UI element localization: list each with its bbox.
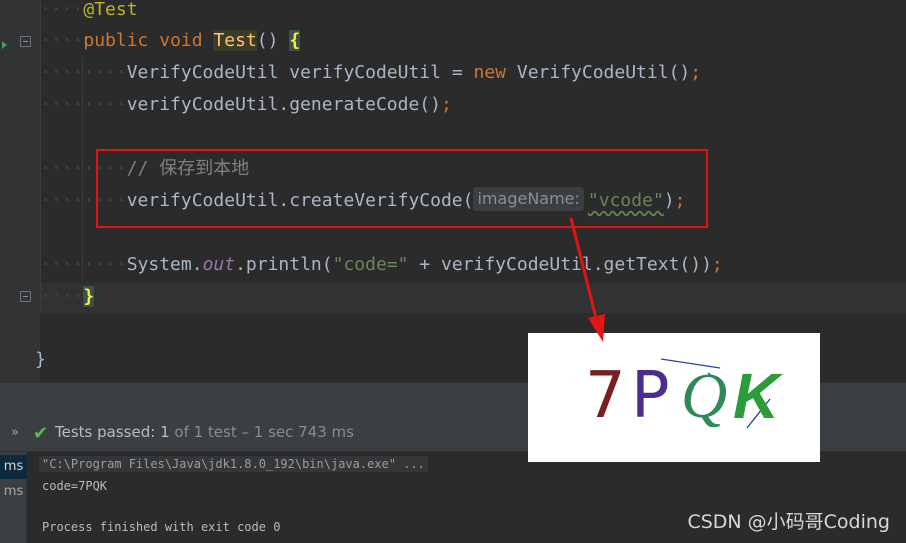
generate-call: verifyCodeUtil.generateCode() (126, 94, 441, 115)
constructor-token: VerifyCodeUtil() (506, 62, 691, 83)
brace-close-class: } (35, 349, 46, 370)
brace-close-method: } (83, 286, 95, 307)
method-parens: () (256, 30, 290, 51)
test-tree[interactable]: ms ms (0, 452, 27, 543)
code-line-method-close[interactable]: ····} (40, 282, 95, 312)
code-line-generate[interactable]: ········verifyCodeUtil.generateCode(); (40, 90, 452, 120)
test-status: Tests passed: 1 of 1 test – 1 sec 743 ms (55, 423, 354, 441)
semicolon: ; (711, 254, 723, 275)
code-line-println[interactable]: ········System.out.println("code=" + ver… (40, 250, 723, 280)
type-token: VerifyCodeUtil (126, 62, 279, 83)
out-field: out (202, 254, 236, 275)
variable-token: verifyCodeUtil = (278, 62, 474, 83)
expand-icon[interactable]: » (11, 425, 19, 440)
check-icon: ✔ (33, 423, 49, 444)
test-tree-item[interactable]: ms (0, 455, 27, 479)
method-name: Test (213, 30, 257, 51)
get-text-call: + verifyCodeUtil.getText()) (408, 254, 712, 275)
brace-open: { (289, 30, 301, 51)
fold-close-icon[interactable] (20, 291, 31, 302)
semicolon: ; (690, 62, 702, 83)
status-prefix: Tests passed: (55, 423, 156, 441)
highlight-box (96, 149, 708, 228)
keyword-public: public (83, 30, 149, 51)
console-output-line: code=7PQK (42, 479, 108, 493)
code-line-annotation[interactable]: ····@Test (40, 0, 138, 25)
test-tree-item[interactable]: ms (0, 480, 27, 504)
run-test-icon[interactable] (2, 41, 7, 49)
code-line-method-signature[interactable]: ····public void Test() { (40, 26, 301, 56)
code-line-instantiate[interactable]: ········VerifyCodeUtil verifyCodeUtil = … (40, 58, 701, 88)
captcha-char: P (631, 359, 670, 433)
semicolon: ; (440, 94, 452, 115)
code-line-class-close[interactable]: } (35, 345, 46, 375)
captcha-image: 7 P Q K (528, 333, 820, 462)
annotation-token: @Test (83, 0, 138, 20)
console-exit-line: Process finished with exit code 0 (42, 520, 281, 534)
keyword-void: void (159, 30, 203, 51)
editor-gutter[interactable] (0, 0, 40, 382)
captcha-char: K (733, 360, 780, 432)
console-command-line[interactable]: "C:\Program Files\Java\jdk1.8.0_192\bin\… (39, 456, 428, 472)
status-suffix: of 1 test – 1 sec 743 ms (174, 423, 354, 441)
captcha-char: Q (681, 360, 728, 431)
println-token: .println( (235, 254, 333, 275)
keyword-new: new (473, 62, 507, 83)
code-editor[interactable]: ····@Test ····public void Test() { ·····… (0, 0, 906, 382)
watermark: CSDN @小码哥Coding (687, 511, 890, 533)
status-count: 1 (160, 423, 170, 441)
captcha-char: 7 (585, 359, 626, 433)
system-token: System. (126, 254, 203, 275)
string-literal: "code=" (332, 254, 409, 275)
current-line-highlight (41, 283, 906, 313)
fold-open-icon[interactable] (20, 36, 31, 47)
